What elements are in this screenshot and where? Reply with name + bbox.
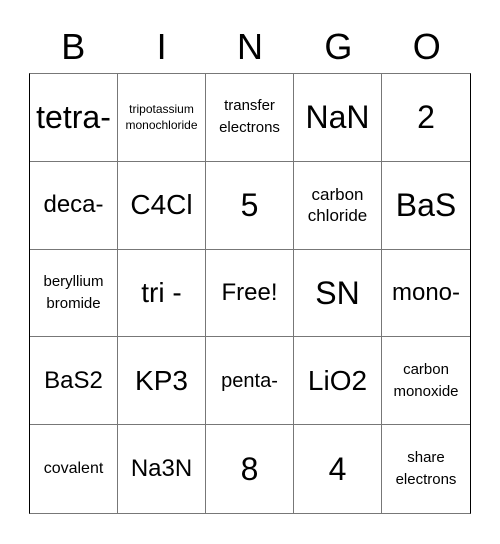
bingo-cell-b-4[interactable]: BaS2	[30, 337, 118, 426]
bingo-cell-i-4[interactable]: KP3	[118, 337, 206, 426]
bingo-cell-text: tripotassium monochloride	[125, 102, 198, 133]
bingo-cell-g-3[interactable]: SN	[294, 249, 382, 338]
bingo-cell-text: deca-	[43, 191, 104, 219]
bingo-cell-n-1[interactable]: transfer electrons	[206, 74, 294, 162]
bingo-cell-b-3[interactable]: beryllium bromide	[30, 249, 118, 338]
header-letter-i: I	[156, 26, 167, 67]
bingo-cell-text: share electrons	[395, 449, 457, 489]
bingo-cell-text: C4Cl	[130, 189, 193, 221]
bingo-cell-n-5[interactable]: 8	[206, 425, 294, 513]
bingo-cell-text: 8	[240, 451, 259, 488]
bingo-cell-text: 4	[328, 451, 347, 488]
bingo-cell-g-5[interactable]: 4	[294, 425, 382, 513]
header-letter-b: B	[61, 26, 86, 67]
bingo-cell-o-4[interactable]: carbon monoxide	[382, 337, 470, 426]
bingo-cell-o-3[interactable]: mono-	[382, 250, 470, 338]
bingo-cell-n-4[interactable]: penta-	[206, 337, 294, 426]
bingo-cell-b-5[interactable]: covalent	[30, 425, 118, 513]
bingo-cell-o-1[interactable]: 2	[382, 74, 470, 162]
bingo-cell-b-2[interactable]: deca-	[30, 161, 118, 250]
bingo-cell-g-1[interactable]: NaN	[294, 74, 382, 162]
bingo-cell-i-5[interactable]: Na3N	[118, 425, 206, 513]
bingo-cell-text: carbon chloride	[307, 185, 368, 226]
bingo-cell-i-1[interactable]: tripotassium monochloride	[118, 74, 206, 162]
bingo-cell-text: Free!	[221, 278, 278, 306]
bingo-cell-text: KP3	[135, 364, 188, 396]
header-letter-o: O	[412, 26, 441, 67]
header-letter-n: N	[236, 26, 263, 67]
bingo-cell-text: NaN	[305, 99, 370, 136]
bingo-cell-text: SN	[315, 274, 360, 311]
bingo-cell-text: BaS	[395, 187, 457, 224]
bingo-cell-text: LiO2	[307, 364, 368, 396]
bingo-cell-o-2[interactable]: BaS	[382, 162, 470, 250]
bingo-cell-text: Na3N	[130, 455, 193, 483]
bingo-cell-text: penta-	[221, 369, 278, 392]
bingo-cell-text: tri -	[141, 276, 182, 308]
bingo-cell-g-4[interactable]: LiO2	[294, 337, 382, 426]
bingo-cell-text: BaS2	[44, 366, 103, 394]
bingo-cell-text: carbon monoxide	[393, 360, 459, 400]
bingo-cell-text: beryllium bromide	[43, 272, 104, 312]
bingo-cell-o-5[interactable]: share electrons	[382, 425, 470, 513]
bingo-cell-i-3[interactable]: tri -	[118, 249, 206, 338]
bingo-cell-text: covalent	[43, 460, 104, 478]
free-space-cell[interactable]: Free!	[206, 249, 294, 338]
bingo-cell-b-1[interactable]: tetra-	[30, 74, 118, 162]
bingo-cell-text: 2	[417, 99, 435, 136]
bingo-cell-n-2[interactable]: 5	[206, 161, 294, 250]
bingo-cell-text: mono-	[391, 278, 461, 306]
bingo-cell-text: 5	[240, 187, 259, 224]
bingo-cell-i-2[interactable]: C4Cl	[118, 161, 206, 250]
bingo-cell-text: tetra-	[36, 99, 111, 136]
bingo-cell-g-2[interactable]: carbon chloride	[294, 161, 382, 250]
bingo-header: B I N G O	[29, 24, 471, 70]
header-letter-g: G	[324, 26, 353, 67]
bingo-card-grid: tetra-tripotassium monochloride transfer …	[29, 73, 471, 514]
bingo-cell-text: transfer electrons	[219, 97, 280, 137]
